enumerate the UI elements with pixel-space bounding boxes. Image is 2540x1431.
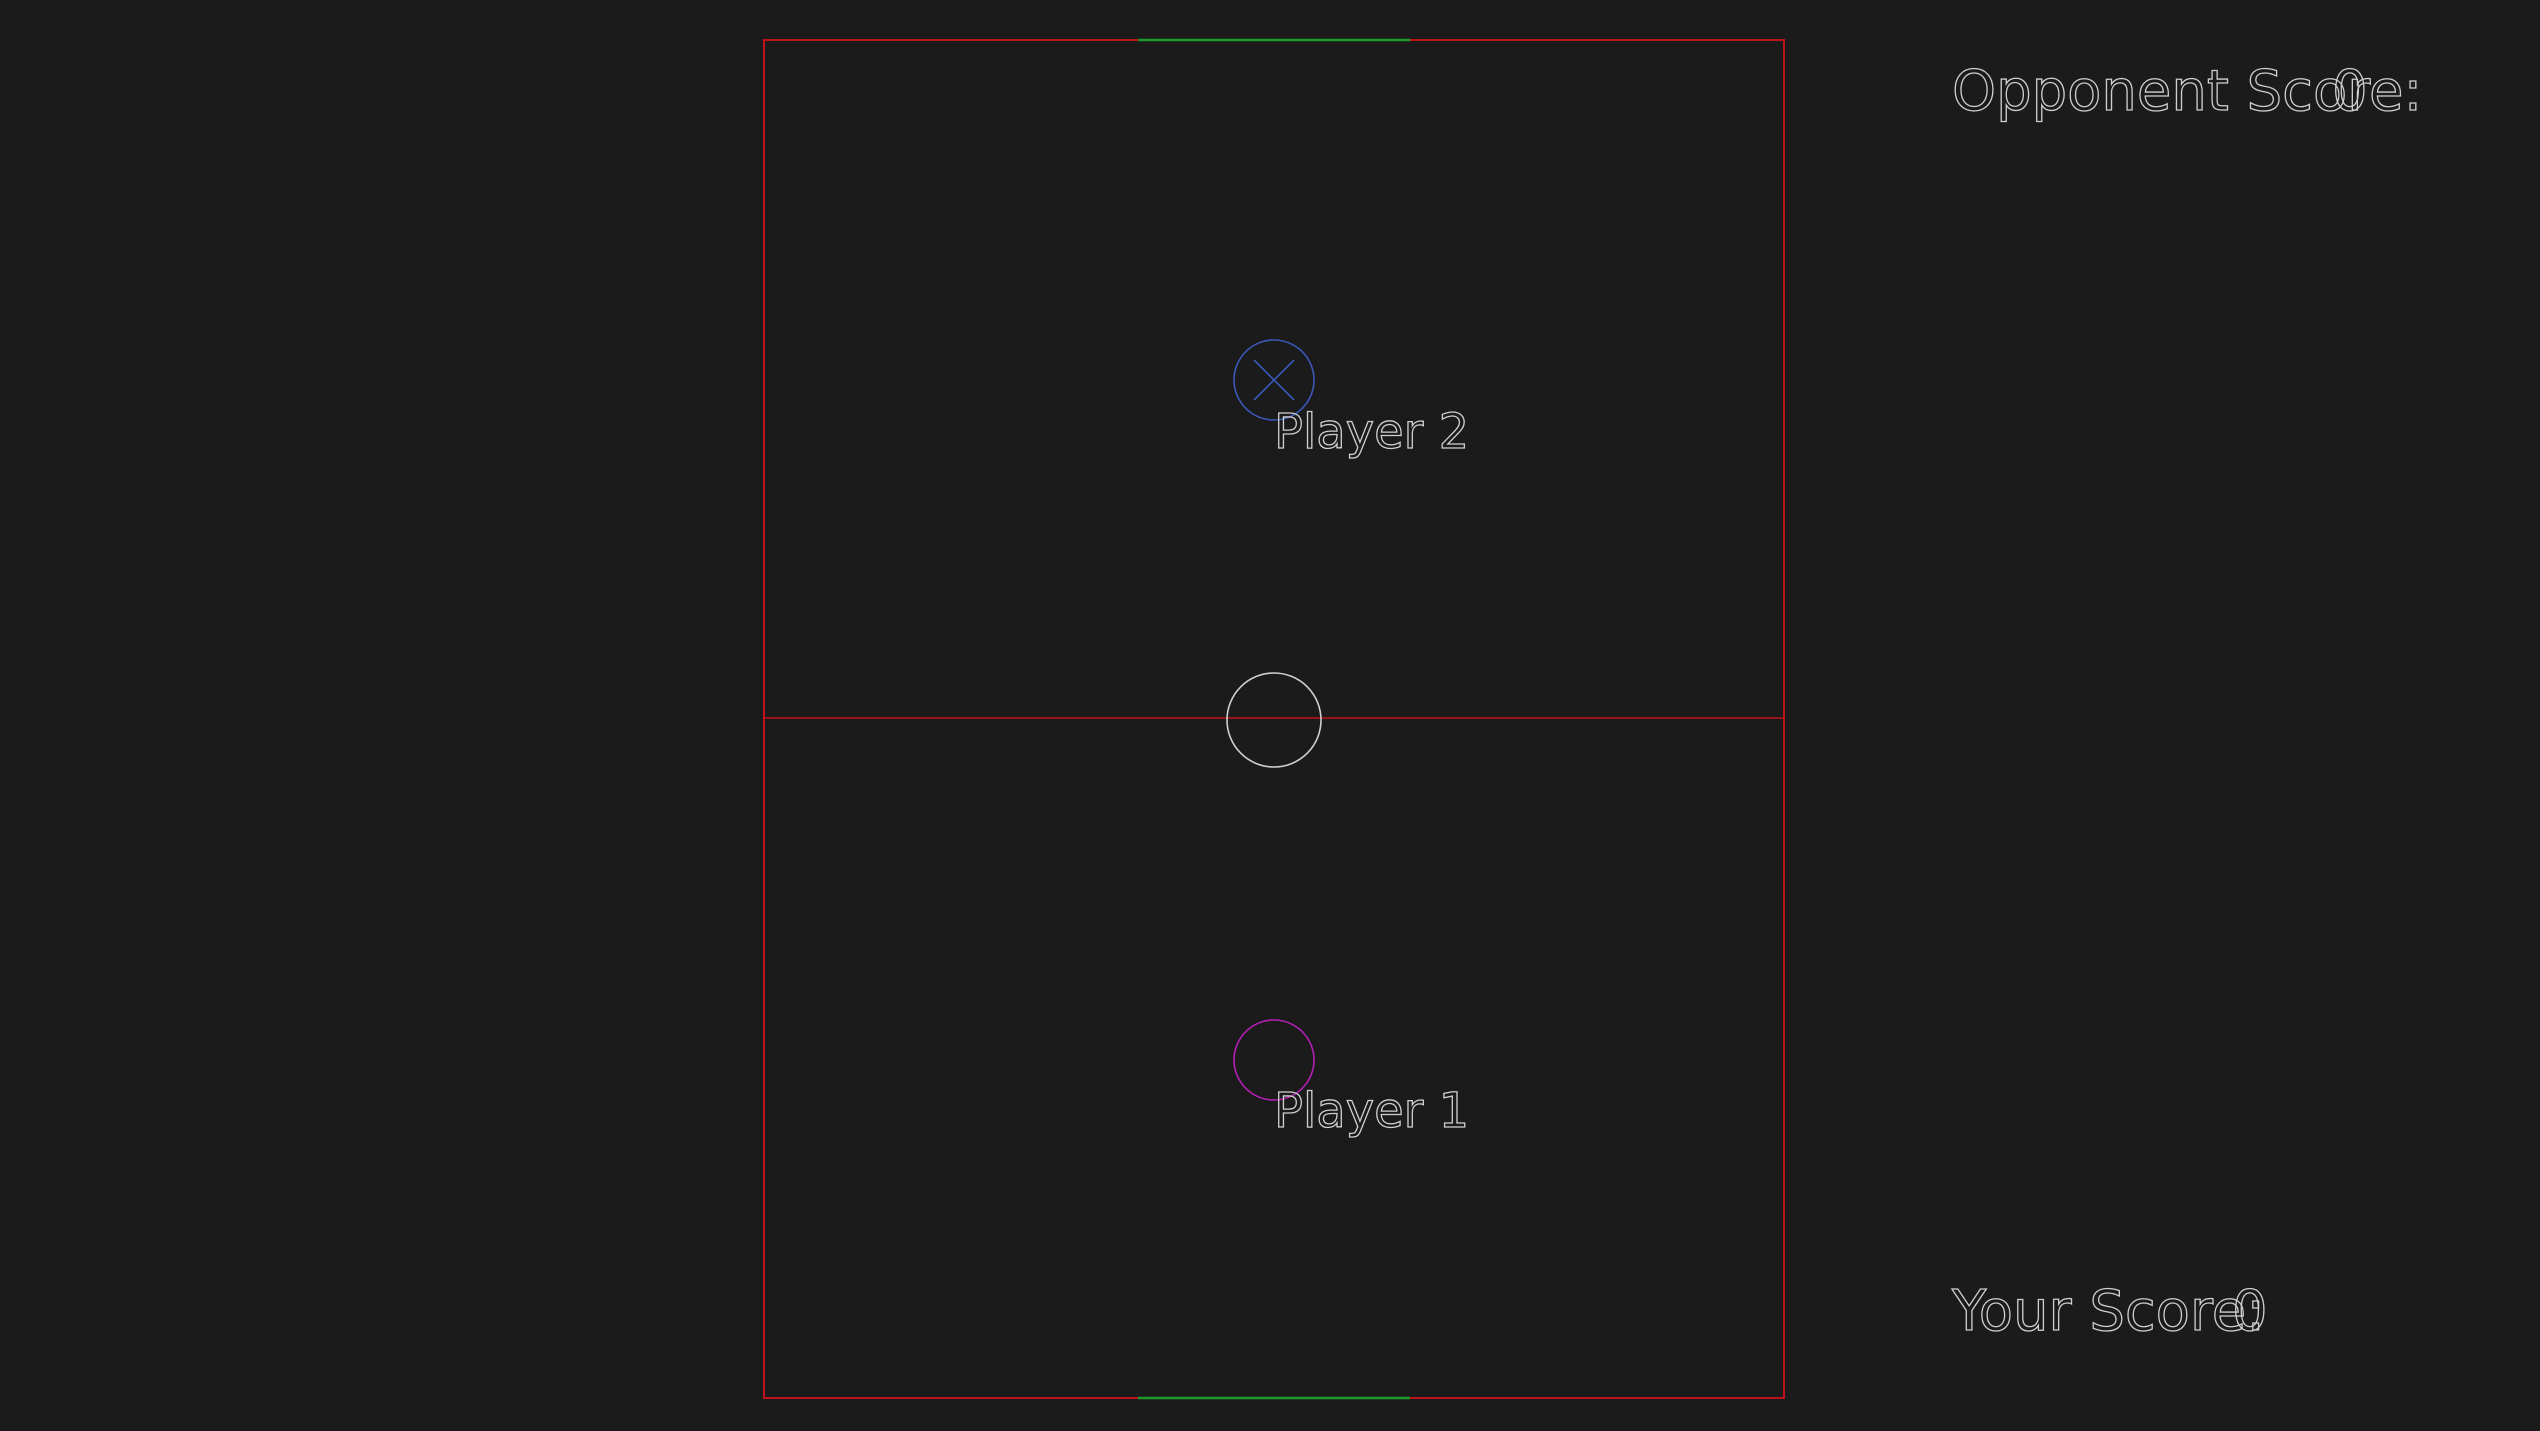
rink-boundary [763,39,1785,1399]
opponent-score-value: 0 [2332,59,2368,124]
player2-label: Player 2 [1274,404,1469,460]
game-canvas[interactable]: Player 2 Player 1 Opponent Score: 0 Your… [0,0,2540,1426]
your-score: Your Score: 0 [1950,1278,2268,1344]
player1-label: Player 1 [1274,1083,1469,1139]
your-score-label: Your Score: [1951,1279,2265,1344]
opponent-score: Opponent Score: 0 [1951,58,2423,124]
your-score-value: 0 [2232,1279,2268,1344]
game-screen: Player 2 Player 1 Opponent Score: 0 Your… [0,0,2540,1426]
puck [1226,672,1322,768]
